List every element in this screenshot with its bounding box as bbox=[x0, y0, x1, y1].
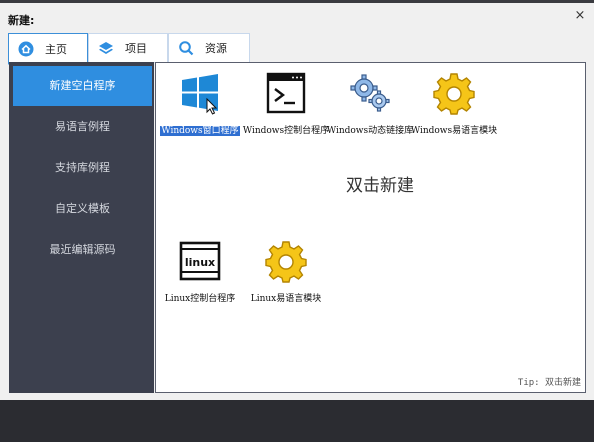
template-label: Windows易语言模块 bbox=[410, 126, 498, 136]
template-linux-console[interactable]: linux Linux控制台程序 bbox=[160, 235, 240, 305]
search-icon bbox=[177, 39, 195, 57]
sidebar-item-new-blank[interactable]: 新建空白程序 bbox=[13, 66, 152, 106]
svg-text:linux: linux bbox=[185, 256, 215, 269]
template-linux-module[interactable]: Linux易语言模块 bbox=[246, 235, 326, 305]
sidebar-item-custom-templates[interactable]: 自定义模板 bbox=[13, 189, 152, 229]
tab-project[interactable]: 项目 bbox=[88, 33, 168, 63]
template-panel: Windows窗口程序 Windows控制台程序 Windows动态链接库 Wi… bbox=[155, 62, 586, 393]
tab-home[interactable]: 主页 bbox=[8, 33, 88, 65]
template-label: Windows窗口程序 bbox=[160, 126, 240, 136]
gear-icon bbox=[432, 71, 476, 115]
tab-resources[interactable]: 资源 bbox=[168, 33, 250, 63]
template-windows-console[interactable]: Windows控制台程序 bbox=[243, 67, 329, 137]
windows-logo-icon bbox=[178, 71, 222, 115]
console-icon bbox=[264, 71, 308, 115]
template-windows-module[interactable]: Windows易语言模块 bbox=[411, 67, 497, 137]
close-button[interactable]: × bbox=[572, 8, 588, 24]
gear-icon bbox=[264, 239, 308, 283]
template-windows-gui[interactable]: Windows窗口程序 bbox=[160, 67, 240, 137]
template-windows-dll[interactable]: Windows动态链接库 bbox=[327, 67, 413, 137]
template-label: Linux易语言模块 bbox=[250, 294, 322, 304]
template-label: Linux控制台程序 bbox=[164, 294, 236, 304]
layers-icon bbox=[97, 39, 115, 57]
dialog-title: 新建: bbox=[8, 14, 35, 27]
sidebar-item-examples[interactable]: 易语言例程 bbox=[13, 107, 152, 147]
new-dialog: 新建: × 主页 项目 资源 新建空白程序 易语言例程 支持库例程 自定义模板 … bbox=[0, 3, 594, 400]
tip-text: Tip: 双击新建 bbox=[517, 378, 581, 388]
tab-label: 资源 bbox=[205, 42, 227, 55]
sidebar: 新建空白程序 易语言例程 支持库例程 自定义模板 最近编辑源码 bbox=[9, 62, 154, 393]
tab-label: 项目 bbox=[125, 42, 147, 55]
tab-label: 主页 bbox=[45, 43, 67, 56]
sidebar-item-recent-sources[interactable]: 最近编辑源码 bbox=[13, 230, 152, 270]
home-icon bbox=[17, 40, 35, 58]
linux-console-icon: linux bbox=[178, 239, 222, 283]
gears-icon bbox=[348, 71, 392, 115]
double-click-hint: 双击新建 bbox=[346, 176, 414, 196]
sidebar-item-library-examples[interactable]: 支持库例程 bbox=[13, 148, 152, 188]
